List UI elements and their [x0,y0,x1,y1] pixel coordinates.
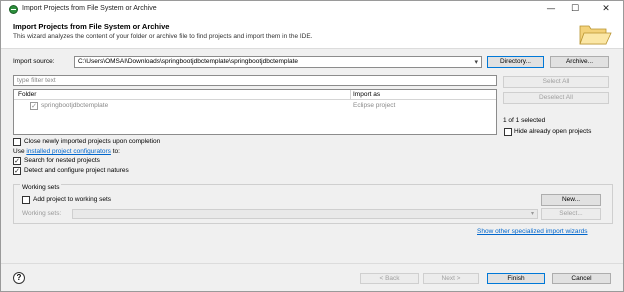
detect-natures-checkbox[interactable]: ✓ [13,167,21,175]
working-sets-label: Working sets: [22,210,62,217]
add-to-working-sets-label: Add project to working sets [33,196,112,203]
working-sets-combo[interactable]: ▾ [72,209,538,219]
filter-placeholder: type filter text [17,77,56,84]
new-working-set-button[interactable]: New... [541,194,601,206]
working-sets-title: Working sets [20,184,62,191]
add-to-working-sets-checkbox[interactable] [22,196,30,204]
chevron-down-icon[interactable]: ▾ [474,58,478,66]
footer-separator [1,263,623,264]
close-new-checkbox[interactable] [13,138,21,146]
back-button[interactable]: < Back [360,273,419,284]
hide-open-label: Hide already open projects [514,128,592,135]
open-folder-icon [579,25,612,45]
next-button[interactable]: Next > [423,273,479,284]
detect-natures-label: Detect and configure project natures [24,167,129,174]
import-source-value: C:\Users\OMSAI\Downloads\springbootjdbct… [78,58,299,65]
select-all-button[interactable]: Select All [503,76,609,88]
use-prefix: Use [13,148,27,155]
import-source-combo[interactable]: C:\Users\OMSAI\Downloads\springbootjdbct… [74,56,482,68]
eclipse-icon [9,5,18,14]
minimize-button[interactable]: — [545,4,557,14]
projects-table: Folder Import as ✓ springbootjdbctemplat… [13,89,497,135]
maximize-button[interactable]: ☐ [569,4,581,14]
search-nested-label: Search for nested projects [24,157,100,164]
table-row[interactable]: ✓ springbootjdbctemplate Eclipse project [14,101,496,111]
title-bar: Import Projects from File System or Arch… [1,1,623,18]
selected-count: 1 of 1 selected [503,117,546,124]
banner-title: Import Projects from File System or Arch… [13,22,170,31]
help-icon[interactable]: ? [13,272,25,284]
select-working-sets-button[interactable]: Select... [541,208,601,220]
cancel-button[interactable]: Cancel [552,273,611,284]
column-divider [350,90,351,100]
search-nested-checkbox[interactable]: ✓ [13,157,21,165]
row-folder: springbootjdbctemplate [41,102,109,109]
column-header-folder[interactable]: Folder [18,91,36,98]
chevron-down-icon[interactable]: ▾ [531,210,534,217]
table-header: Folder Import as [14,90,496,100]
use-suffix: to: [110,148,120,155]
import-source-label: Import source: [13,58,55,65]
show-other-wizards-link[interactable]: Show other specialized import wizards [477,228,588,235]
finish-button[interactable]: Finish [487,273,545,284]
archive-button[interactable]: Archive... [550,56,609,68]
row-import-as: Eclipse project [353,102,396,109]
configurators-line: Use installed project configurators to: [13,148,120,155]
banner-description: This wizard analyzes the content of your… [13,33,313,40]
row-checkbox[interactable]: ✓ [30,102,38,110]
hide-open-checkbox[interactable] [504,128,512,136]
installed-configurators-link[interactable]: installed project configurators [26,148,111,155]
deselect-all-button[interactable]: Deselect All [503,92,609,104]
import-wizard-window: Import Projects from File System or Arch… [0,0,624,292]
filter-input[interactable]: type filter text [13,75,497,86]
directory-button[interactable]: Directory... [487,56,544,68]
close-new-label: Close newly imported projects upon compl… [24,138,161,145]
column-header-import-as[interactable]: Import as [353,91,380,98]
window-title: Import Projects from File System or Arch… [22,5,157,12]
close-button[interactable]: ✕ [600,4,612,14]
wizard-banner: Import Projects from File System or Arch… [1,18,623,49]
